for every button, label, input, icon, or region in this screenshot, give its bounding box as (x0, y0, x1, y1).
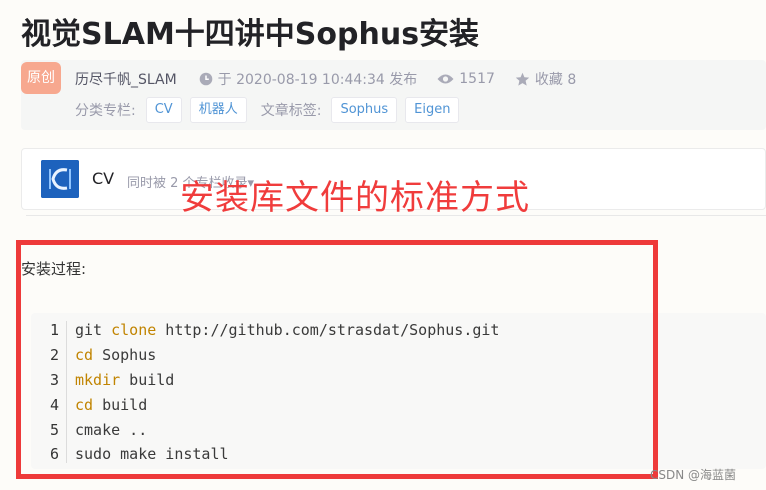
page-title: 视觉SLAM十四讲中Sophus安装 (21, 17, 480, 52)
column-thumbnail-icon (41, 160, 79, 198)
publish-info: 于 2020-08-19 10:44:34 发布 (199, 69, 418, 89)
clock-icon (199, 72, 213, 86)
publish-date: 于 2020-08-19 10:44:34 发布 (217, 72, 418, 88)
favorite-count: 收藏 8 (534, 72, 577, 88)
code-block[interactable]: 1 git clone http://github.com/strasdat/S… (31, 313, 766, 469)
category-tag[interactable]: 机器人 (189, 97, 247, 123)
code-line: 4 cd build (31, 392, 147, 417)
annotation-caption: 安装库文件的标准方式 (180, 178, 530, 218)
tags-label: 文章标签: (260, 103, 322, 119)
category-label: 分类专栏: (75, 103, 136, 119)
eye-icon (437, 73, 454, 85)
line-number: 1 (49, 320, 59, 339)
author-link[interactable]: 历尽千帆_SLAM (75, 69, 177, 89)
article-tag[interactable]: Sophus (331, 97, 398, 123)
line-number: 5 (49, 420, 59, 439)
column-name[interactable]: CV (92, 169, 114, 188)
line-number: 2 (49, 345, 59, 364)
code-line: 5 cmake .. (31, 417, 147, 442)
favorite-button[interactable]: 收藏 8 (515, 69, 576, 89)
code-text: cd Sophus (75, 345, 157, 364)
line-number: 3 (49, 370, 59, 389)
article-tag[interactable]: Eigen (405, 97, 460, 123)
view-count: 1517 (437, 71, 495, 87)
code-text: cd build (75, 395, 148, 414)
original-badge: 原创 (21, 62, 61, 94)
category-tag[interactable]: CV (145, 97, 182, 123)
view-count-value: 1517 (459, 71, 495, 87)
line-number: 6 (49, 444, 59, 463)
article-meta: 原创 历尽千帆_SLAM 于 2020-08-19 10:44:34 发布 15… (21, 60, 766, 130)
line-number: 4 (49, 395, 59, 414)
code-line: 1 git clone http://github.com/strasdat/S… (31, 317, 499, 342)
code-line: 2 cd Sophus (31, 342, 156, 367)
watermark: CSDN @海蓝菌 (650, 468, 737, 482)
code-line: 6 sudo make install (31, 441, 229, 466)
code-gutter-divider (66, 321, 67, 463)
code-text: sudo make install (75, 444, 229, 463)
code-text: git clone http://github.com/strasdat/Sop… (75, 320, 500, 339)
code-text: mkdir build (75, 370, 175, 389)
category-row: 分类专栏: CV 机器人 文章标签: Sophus Eigen (75, 97, 460, 123)
star-icon (515, 72, 530, 87)
code-text: cmake .. (75, 420, 148, 439)
meta-info-row: 历尽千帆_SLAM 于 2020-08-19 10:44:34 发布 1517 … (75, 68, 586, 90)
code-line: 3 mkdir build (31, 367, 174, 392)
section-heading: 安装过程: (21, 260, 87, 278)
